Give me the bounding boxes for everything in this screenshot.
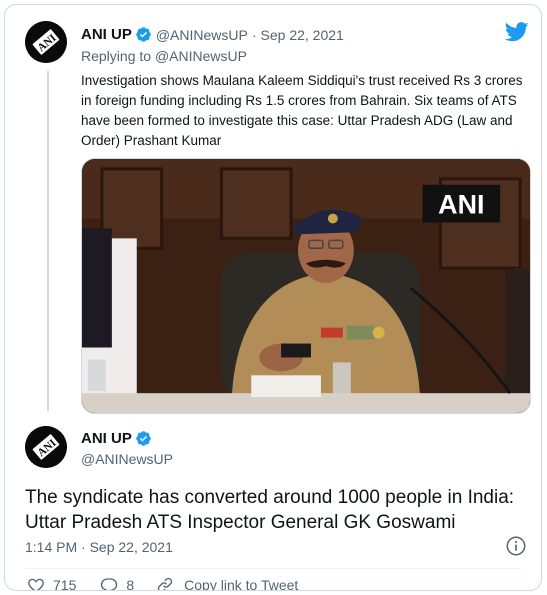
author-name[interactable]: ANI UP [81, 26, 132, 43]
like-button[interactable]: 715 [27, 576, 77, 591]
author-name[interactable]: ANI UP [81, 430, 132, 447]
divider [25, 568, 521, 569]
like-count: 715 [53, 577, 77, 591]
reply-button[interactable]: 8 [100, 576, 135, 591]
main-tweet-header: ANI UP [81, 430, 156, 447]
replying-to: Replying to @ANINewsUP [81, 48, 247, 64]
reply-count: 8 [126, 577, 135, 591]
heart-icon [28, 578, 44, 590]
replying-prefix: Replying to [81, 48, 155, 64]
separator-dot: · [251, 26, 257, 43]
thread-connector-line [47, 71, 49, 411]
ani-logo-icon: ANI [25, 21, 67, 63]
verified-badge-icon [135, 26, 152, 43]
copy-link-button[interactable]: Copy link to Tweet [156, 576, 299, 591]
replying-to-mention[interactable]: @ANINewsUP [155, 48, 247, 64]
tweet-media-image[interactable]: ANI [81, 158, 531, 414]
copy-link-label: Copy link to Tweet [184, 577, 299, 591]
tweet-timestamp[interactable]: 1:14 PM · Sep 22, 2021 [25, 539, 173, 555]
tweet-embed-card: ANI ANI UP @ANINewsUP · Sep 22, 2021 Rep… [4, 4, 542, 591]
tweet-date[interactable]: Sep 22, 2021 [261, 27, 344, 43]
ani-logo-icon: ANI [25, 426, 67, 468]
parent-tweet-header: ANI UP @ANINewsUP · Sep 22, 2021 [81, 26, 344, 43]
verified-badge-icon [135, 430, 152, 447]
author-handle[interactable]: @ANINewsUP [81, 451, 173, 467]
press-conference-photo: ANI [82, 159, 530, 413]
reply-icon [101, 578, 118, 590]
media-watermark: ANI [438, 190, 484, 220]
parent-tweet-text: Investigation shows Maulana Kaleem Siddi… [81, 73, 523, 148]
avatar[interactable]: ANI [25, 21, 67, 63]
main-tweet-text: The syndicate has converted around 1000 … [25, 487, 515, 533]
author-handle[interactable]: @ANINewsUP [156, 27, 248, 43]
avatar[interactable]: ANI [25, 426, 67, 468]
link-icon [157, 577, 173, 590]
twitter-bird-icon[interactable] [505, 21, 529, 43]
info-icon[interactable] [505, 535, 527, 557]
tweet-actions: 715 8 Copy link to Tweet [27, 576, 299, 591]
